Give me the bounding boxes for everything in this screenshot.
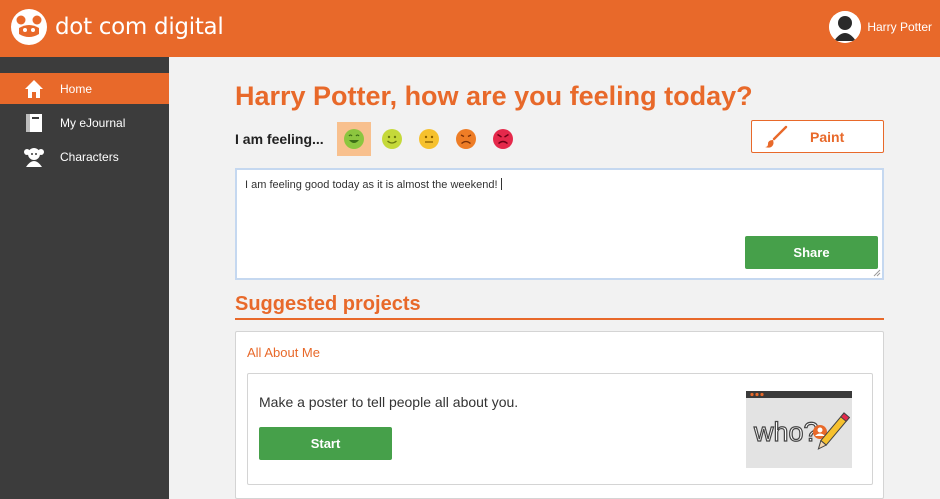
top-bar: dot com digital Harry Potter (0, 0, 940, 57)
home-icon (23, 78, 45, 100)
sidebar-item-label: Characters (60, 149, 119, 164)
card-title: All About Me (247, 345, 320, 360)
app-name: dot com digital (55, 14, 224, 40)
logo-icon (11, 9, 47, 45)
user-name: Harry Potter (867, 20, 932, 34)
project-card: All About Me Make a poster to tell peopl… (235, 331, 884, 499)
mood-neutral-button[interactable] (412, 122, 446, 156)
sidebar-item-characters[interactable]: Characters (0, 141, 169, 172)
mood-very-happy-button[interactable] (337, 122, 371, 156)
paint-button[interactable]: Paint (751, 120, 884, 153)
characters-icon (23, 146, 45, 168)
logo[interactable]: dot com digital (10, 8, 224, 46)
share-button[interactable]: Share (745, 236, 878, 269)
angry-face-icon (493, 129, 513, 149)
sidebar: Home My eJournal Characters (0, 57, 169, 499)
avatar[interactable] (829, 11, 862, 43)
mood-angry-button[interactable] (486, 122, 520, 156)
suggested-projects-title: Suggested projects (235, 293, 421, 315)
sidebar-item-label: Home (60, 81, 93, 96)
neutral-face-icon (419, 129, 439, 149)
sidebar-item-my-ejournal[interactable]: My eJournal (0, 107, 169, 138)
paint-brush-icon (765, 125, 788, 148)
very-happy-face-icon (344, 129, 364, 149)
mood-happy-button[interactable] (375, 122, 409, 156)
svg-text:who?: who? (753, 417, 819, 447)
page-title: Harry Potter, how are you feeling today? (235, 81, 753, 111)
project-description: Make a poster to tell people all about y… (259, 394, 519, 410)
start-button[interactable]: Start (259, 427, 392, 460)
resize-grip-icon[interactable] (873, 269, 881, 277)
journal-entry-text: I am feeling good today as it is almost … (245, 178, 502, 191)
sidebar-item-home[interactable]: Home (0, 73, 169, 104)
journal-entry-textarea[interactable]: I am feeling good today as it is almost … (235, 168, 884, 280)
section-divider (235, 318, 884, 320)
sad-face-icon (456, 129, 476, 149)
project-thumbnail: who? (746, 391, 852, 468)
happy-face-icon (382, 129, 402, 149)
journal-icon (23, 112, 45, 134)
main-content: Harry Potter, how are you feeling today?… (169, 57, 940, 499)
mood-sad-button[interactable] (449, 122, 483, 156)
user-menu[interactable]: Harry Potter (829, 11, 932, 43)
text-caret (500, 178, 502, 190)
project-item: Make a poster to tell people all about y… (247, 373, 873, 485)
paint-button-label: Paint (810, 128, 845, 145)
feeling-label: I am feeling... (235, 131, 324, 147)
sidebar-item-label: My eJournal (60, 115, 126, 130)
